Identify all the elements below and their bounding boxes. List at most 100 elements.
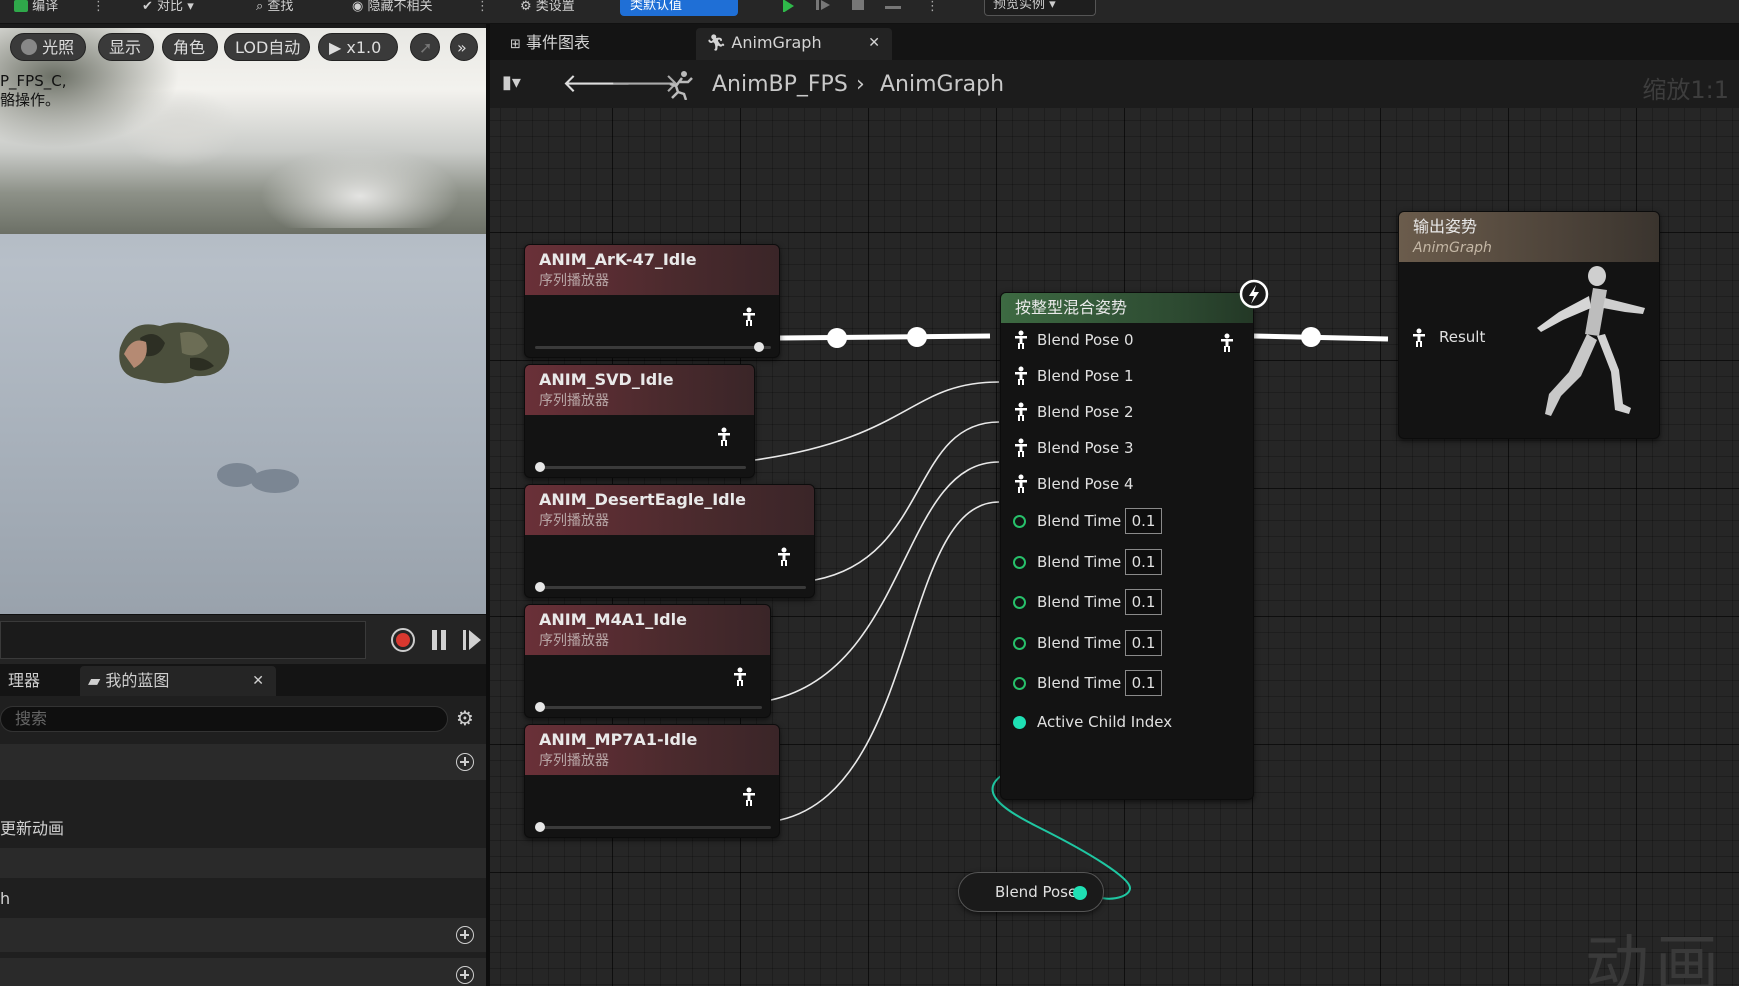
step-icon[interactable] (814, 0, 832, 12)
running-figure-icon: 🏃︎ (706, 33, 727, 52)
pose-output-pin-icon[interactable] (776, 547, 792, 567)
close-icon[interactable]: ✕ (252, 666, 264, 696)
search-input[interactable]: 搜索 (0, 706, 448, 732)
sequence-progress-knob[interactable] (535, 582, 545, 592)
pose-output-pin-icon[interactable] (732, 667, 748, 687)
add-icon[interactable] (456, 966, 474, 984)
pose-input-pin-icon[interactable] (1013, 366, 1029, 386)
select-cursor-icon[interactable]: ➚ (410, 33, 440, 61)
pose-input-pin-icon[interactable] (1013, 330, 1029, 350)
category-row-4[interactable] (0, 958, 486, 986)
lighting-button[interactable]: 光照 (10, 33, 86, 61)
float-input-pin[interactable] (1013, 636, 1026, 650)
compile-button[interactable]: 编译 (14, 0, 58, 18)
play-icon[interactable] (780, 0, 798, 12)
int-input-pin[interactable] (1013, 716, 1026, 729)
blend-time-label: Blend Time 4 (1037, 674, 1136, 692)
breadcrumb-root[interactable]: AnimBP_FPS (712, 72, 848, 97)
pose-output-pin-icon[interactable] (741, 307, 757, 327)
class-settings-button[interactable]: ⚙ 类设置 (520, 0, 575, 18)
playback-speed-button[interactable]: ▶ x1.0 (318, 33, 398, 61)
list-item-update-anim[interactable]: 更新动画 (0, 814, 486, 844)
close-icon[interactable]: ✕ (868, 28, 880, 58)
sequence-player-node[interactable]: ANIM_ArK-47_Idle 序列播放器 (524, 244, 780, 358)
bookmark-icon[interactable]: ▮▾ (502, 72, 521, 93)
preview-instance-label: 预览实例 (993, 0, 1046, 12)
lod-button[interactable]: LOD自动 (224, 33, 310, 61)
hide-unrelated-button[interactable]: ◉ 隐藏不相关 (352, 0, 433, 18)
sequence-progress-knob[interactable] (535, 462, 545, 472)
blend-time-value-input[interactable]: 0.1 (1125, 548, 1162, 575)
stop-icon[interactable] (850, 0, 868, 12)
blend-time-value-input[interactable]: 0.1 (1125, 589, 1162, 615)
blend-pose-variable-node[interactable]: Blend Pose (958, 872, 1104, 912)
editor-window: 编译 ⋮ ✔ 对比 ▾ ⌕ 查找 ◉ 隐藏不相关 ⋮ ⚙ 类设置 类默认值 ⋮ … (0, 0, 1739, 986)
sequence-player-node[interactable]: ANIM_MP7A1-Idle 序列播放器 (524, 724, 780, 838)
class-defaults-button[interactable]: 类默认值 (620, 0, 738, 16)
speed-label: x1.0 (346, 38, 382, 57)
compile-more-icon[interactable]: ⋮ (92, 0, 105, 18)
viewport-info-line2: 骼操作。 (0, 91, 61, 109)
int-output-pin[interactable] (1073, 886, 1087, 900)
category-row-1[interactable] (0, 744, 486, 780)
add-icon[interactable] (456, 753, 474, 771)
toolbar-more-icon[interactable]: ⋮ (476, 0, 489, 18)
expand-more-icon[interactable]: » (450, 33, 478, 61)
sequence-progress-knob[interactable] (535, 822, 545, 832)
step-forward-icon[interactable] (462, 628, 482, 652)
pose-input-pin-icon[interactable] (1013, 402, 1029, 422)
timeline-track[interactable] (0, 621, 366, 659)
add-icon[interactable] (456, 926, 474, 944)
sequence-player-node[interactable]: ANIM_DesertEagle_Idle 序列播放器 (524, 484, 815, 598)
anim-graph-canvas[interactable]: 动画 ANIM_ArK-47_Idle 序列播放器 ANIM_SVD_Idle 序列播… (490, 108, 1739, 986)
sequence-progress-knob[interactable] (754, 342, 765, 352)
pose-input-pin-icon[interactable] (1013, 438, 1029, 458)
blend-time-value-input[interactable]: 0.1 (1125, 670, 1162, 696)
active-child-index-label: Active Child Index (1037, 713, 1173, 731)
category-row-2[interactable] (0, 848, 486, 878)
eject-icon[interactable] (884, 0, 902, 12)
gear-icon[interactable]: ⚙ (456, 706, 474, 730)
pose-input-pin-icon[interactable] (1013, 474, 1029, 494)
float-input-pin[interactable] (1013, 555, 1026, 569)
wire-result (1253, 333, 1389, 342)
blend-time-value-input[interactable]: 0.1 (1125, 629, 1162, 656)
pose-output-pin-icon[interactable] (741, 787, 757, 807)
sequence-player-node[interactable]: ANIM_SVD_Idle 序列播放器 (524, 364, 755, 478)
sequence-node-header: ANIM_MP7A1-Idle 序列播放器 (525, 725, 779, 775)
float-input-pin[interactable] (1013, 596, 1026, 609)
blend-poses-by-int-node[interactable]: 按整型混合姿势 Blend Pose 0 Blend Pose 1 Blend Po… (1000, 292, 1254, 800)
float-input-pin[interactable] (1013, 677, 1026, 690)
sequence-progress-track (535, 346, 771, 349)
blend-time-label: Blend Time 3 (1037, 633, 1136, 652)
find-button[interactable]: ⌕ 查找 (256, 0, 293, 18)
pose-output-pin-icon[interactable] (1219, 333, 1235, 353)
play-more-icon[interactable]: ⋮ (926, 0, 939, 18)
output-pose-node[interactable]: 输出姿势 AnimGraph Result (1398, 211, 1660, 439)
eye-icon: ◉ (352, 0, 364, 14)
tab-explorer[interactable]: 理器 (0, 666, 48, 696)
preview-instance-dropdown[interactable]: 预览实例 ▾ (984, 0, 1096, 16)
character-shadow (217, 463, 299, 493)
preview-viewport[interactable]: 光照 显示 角色 LOD自动 ▶ x1.0 ➚ » P_FPS_C, 骼操作。 (0, 28, 486, 614)
tab-event-graph[interactable]: ⊞ 事件图表 (500, 28, 600, 60)
sequence-progress-knob[interactable] (535, 702, 545, 712)
float-input-pin[interactable] (1013, 515, 1026, 528)
sequence-progress-track (535, 586, 806, 589)
record-icon[interactable] (390, 627, 416, 653)
diff-button[interactable]: ✔ 对比 ▾ (142, 0, 194, 18)
sequence-node-title: ANIM_ArK-47_Idle (539, 250, 697, 269)
character-button[interactable]: 角色 (162, 33, 218, 61)
tab-my-blueprint[interactable]: ▰ 我的蓝图 ✕ (80, 666, 276, 696)
pause-icon[interactable] (430, 628, 448, 652)
sequence-player-node[interactable]: ANIM_M4A1_Idle 序列播放器 (524, 604, 771, 718)
graph-tab-bar: ⊞ 事件图表 🏃︎ AnimGraph ✕ (490, 24, 1739, 60)
blend-time-value-input[interactable]: 0.1 (1125, 508, 1162, 534)
list-item-graph[interactable]: h (0, 884, 486, 914)
sequence-node-subtitle: 序列播放器 (539, 513, 609, 529)
result-pin-icon[interactable] (1411, 328, 1427, 348)
show-button[interactable]: 显示 (98, 33, 154, 61)
pose-output-pin-icon[interactable] (716, 427, 732, 447)
tab-anim-graph[interactable]: 🏃︎ AnimGraph ✕ (696, 28, 892, 60)
category-row-3[interactable] (0, 918, 486, 952)
